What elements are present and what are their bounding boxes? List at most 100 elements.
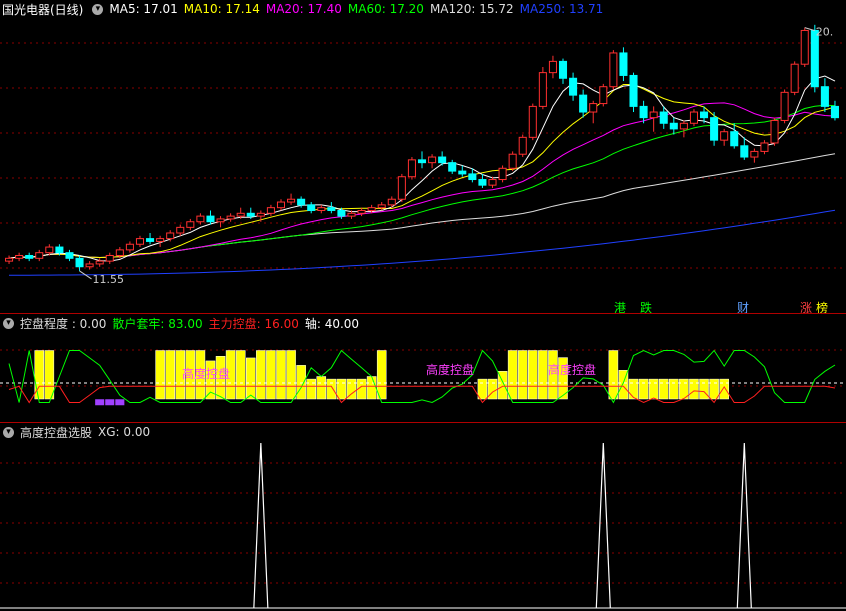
candle-body	[146, 238, 155, 242]
control-bar	[165, 350, 175, 400]
main-price-panel[interactable]: 11.55 20. 港 跌 财 涨榜 国光电器(日线) ▾ MA5: 17.01 MA10:…	[0, 0, 846, 313]
signal-spike-1	[595, 442, 611, 609]
candle-body	[579, 94, 588, 113]
candle-body	[800, 29, 809, 65]
ma-value-2: MA20: 17.40	[265, 2, 342, 16]
control-bar	[689, 378, 699, 400]
candle-body	[488, 179, 497, 186]
control-bar	[528, 350, 538, 400]
control-bar	[638, 378, 649, 400]
control-bar	[326, 378, 337, 400]
candle-body	[558, 60, 568, 79]
high-price-label: 20.	[816, 26, 834, 39]
candle-body	[276, 201, 286, 209]
candle-body	[95, 260, 104, 265]
zone-label-2: 高度控盘	[548, 362, 596, 377]
candle-body	[548, 60, 557, 74]
collapse-icon[interactable]: ▾	[3, 317, 14, 329]
candle-body	[35, 252, 44, 259]
control-bar	[669, 378, 679, 400]
candle-body	[669, 122, 678, 130]
event-tag-2[interactable]: 财	[737, 301, 749, 313]
candle-body	[256, 212, 265, 217]
candle-body	[619, 52, 628, 76]
control-degree-panel[interactable]: 高度控盘 高度控盘 高度控盘 ▾ 控盘程度 : 0.00 散户套牢: 83.00 主力…	[0, 314, 846, 422]
indicator1-value-0: 散户套牢: 83.00	[112, 316, 203, 331]
ma-value-1: MA10: 17.14	[183, 2, 260, 16]
candle-body	[337, 209, 346, 217]
low-control-bar	[105, 399, 115, 406]
stock-title[interactable]: 国光电器(日线)	[2, 1, 83, 18]
candle-body	[357, 209, 366, 214]
main-header: 国光电器(日线) ▾ MA5: 17.01 MA10: 17.14 MA20: 17…	[0, 0, 615, 18]
control-bar	[366, 376, 377, 400]
candle-body	[478, 179, 487, 186]
control-bar	[276, 350, 286, 400]
control-bar	[517, 350, 528, 400]
zone-label-1: 高度控盘	[426, 362, 474, 377]
ma-legend: MA5: 17.01 MA10: 17.14 MA20: 17.40 MA60: 17…	[109, 2, 609, 16]
candle-body	[266, 207, 275, 214]
indicator1-value-1: 主力控盘: 16.00	[208, 316, 299, 331]
candle-body	[639, 105, 648, 119]
candle-body	[156, 238, 165, 242]
candle-body	[518, 136, 527, 155]
candle-body	[307, 204, 316, 211]
control-bar	[155, 350, 165, 400]
candle-body	[720, 131, 729, 141]
candle-body	[55, 246, 64, 254]
control-bar	[336, 378, 347, 400]
low-price-label: 11.55	[93, 273, 125, 286]
control-bar	[507, 350, 518, 400]
candle-body	[417, 159, 427, 164]
ma-value-0: MA5: 17.01	[109, 2, 178, 16]
candle-body	[15, 254, 24, 259]
candle-body	[387, 198, 396, 206]
high-control-select-panel[interactable]: ▾ 高度控盘选股 XG: 0.00	[0, 423, 846, 611]
candle-body	[780, 91, 789, 121]
event-tag-0[interactable]: 港	[614, 301, 626, 313]
control-bar	[719, 378, 729, 400]
control-bar	[376, 350, 387, 400]
candle-body	[176, 226, 185, 234]
control-bar	[316, 376, 327, 400]
control-bar	[306, 378, 316, 400]
candle-body	[599, 86, 608, 105]
candle-body	[135, 238, 145, 245]
collapse-icon[interactable]: ▾	[92, 3, 104, 15]
indicator2-name[interactable]: 高度控盘选股	[20, 424, 92, 441]
candle-body	[5, 257, 14, 262]
control-bar	[477, 378, 488, 400]
indicator2-xg: XG: 0.00	[98, 425, 151, 439]
candle-body	[75, 257, 84, 268]
event-tag-1[interactable]: 跌	[640, 300, 652, 313]
candle-body	[216, 218, 225, 223]
candle-body	[629, 74, 638, 107]
candle-body	[649, 111, 658, 119]
control-bar	[709, 378, 719, 400]
candle-body	[508, 153, 517, 169]
candle-body	[226, 215, 235, 220]
candle-body	[236, 212, 245, 217]
candlestick-chart[interactable]: 11.55 20. 港 跌 财 涨榜	[0, 0, 846, 313]
ma250-line	[9, 209, 836, 276]
candle-body	[206, 215, 215, 223]
candle-body	[377, 204, 386, 209]
indicator1-name[interactable]: 控盘程度 : 0.00	[20, 315, 106, 332]
candle-body	[810, 29, 819, 88]
candle-body	[438, 156, 447, 164]
indicator1-value-2: 轴: 40.00	[304, 316, 360, 331]
candle-body	[750, 150, 759, 158]
low-control-bar	[115, 399, 125, 406]
candle-body	[166, 232, 175, 240]
candle-body	[730, 131, 739, 147]
ma-value-5: MA250: 13.71	[519, 2, 604, 16]
ma10-line	[8, 84, 836, 259]
event-tag-3[interactable]: 涨	[800, 300, 812, 313]
candle-body	[397, 176, 406, 200]
candle-body	[710, 117, 719, 141]
collapse-icon[interactable]: ▾	[3, 426, 14, 438]
candle-body	[498, 167, 507, 181]
candle-body	[327, 207, 336, 211]
event-tag-4[interactable]: 榜	[816, 300, 828, 313]
